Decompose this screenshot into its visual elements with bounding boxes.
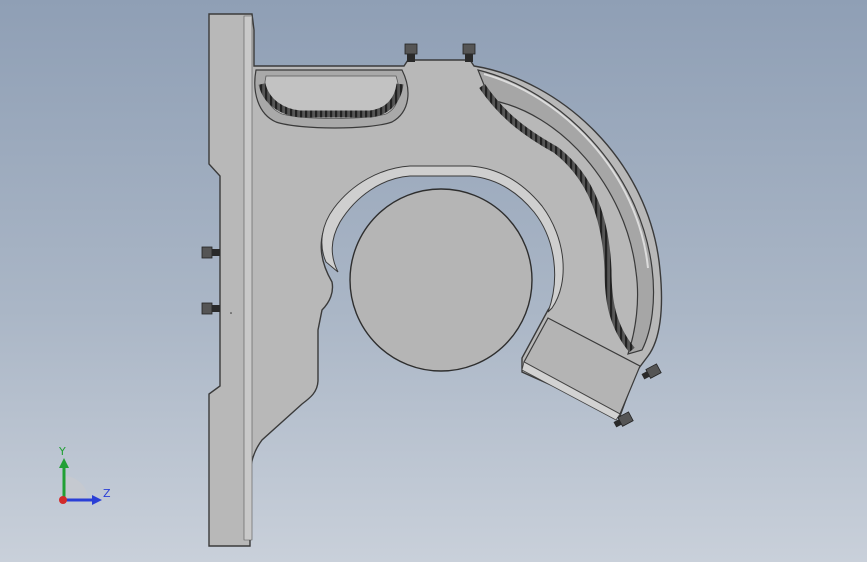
bolt-left-upper[interactable]: [201, 246, 220, 259]
z-axis-arrow: [92, 495, 102, 505]
3d-viewport[interactable]: Y Z: [0, 0, 867, 562]
y-axis-label: Y: [58, 445, 66, 458]
left-bar-chamfer: [243, 15, 253, 541]
origin-dot: [230, 312, 232, 314]
central-disc[interactable]: [349, 188, 533, 372]
triad-plane: [64, 476, 88, 500]
model-canvas[interactable]: Y Z: [0, 0, 867, 562]
orientation-triad[interactable]: Y Z: [58, 445, 111, 505]
bolt-left-lower[interactable]: [201, 302, 220, 315]
x-axis-point: [59, 496, 67, 504]
bolt-arm-upper[interactable]: [641, 363, 662, 381]
z-axis-label: Z: [103, 487, 111, 500]
y-axis-arrow: [59, 458, 69, 468]
disc-face[interactable]: [349, 188, 533, 372]
